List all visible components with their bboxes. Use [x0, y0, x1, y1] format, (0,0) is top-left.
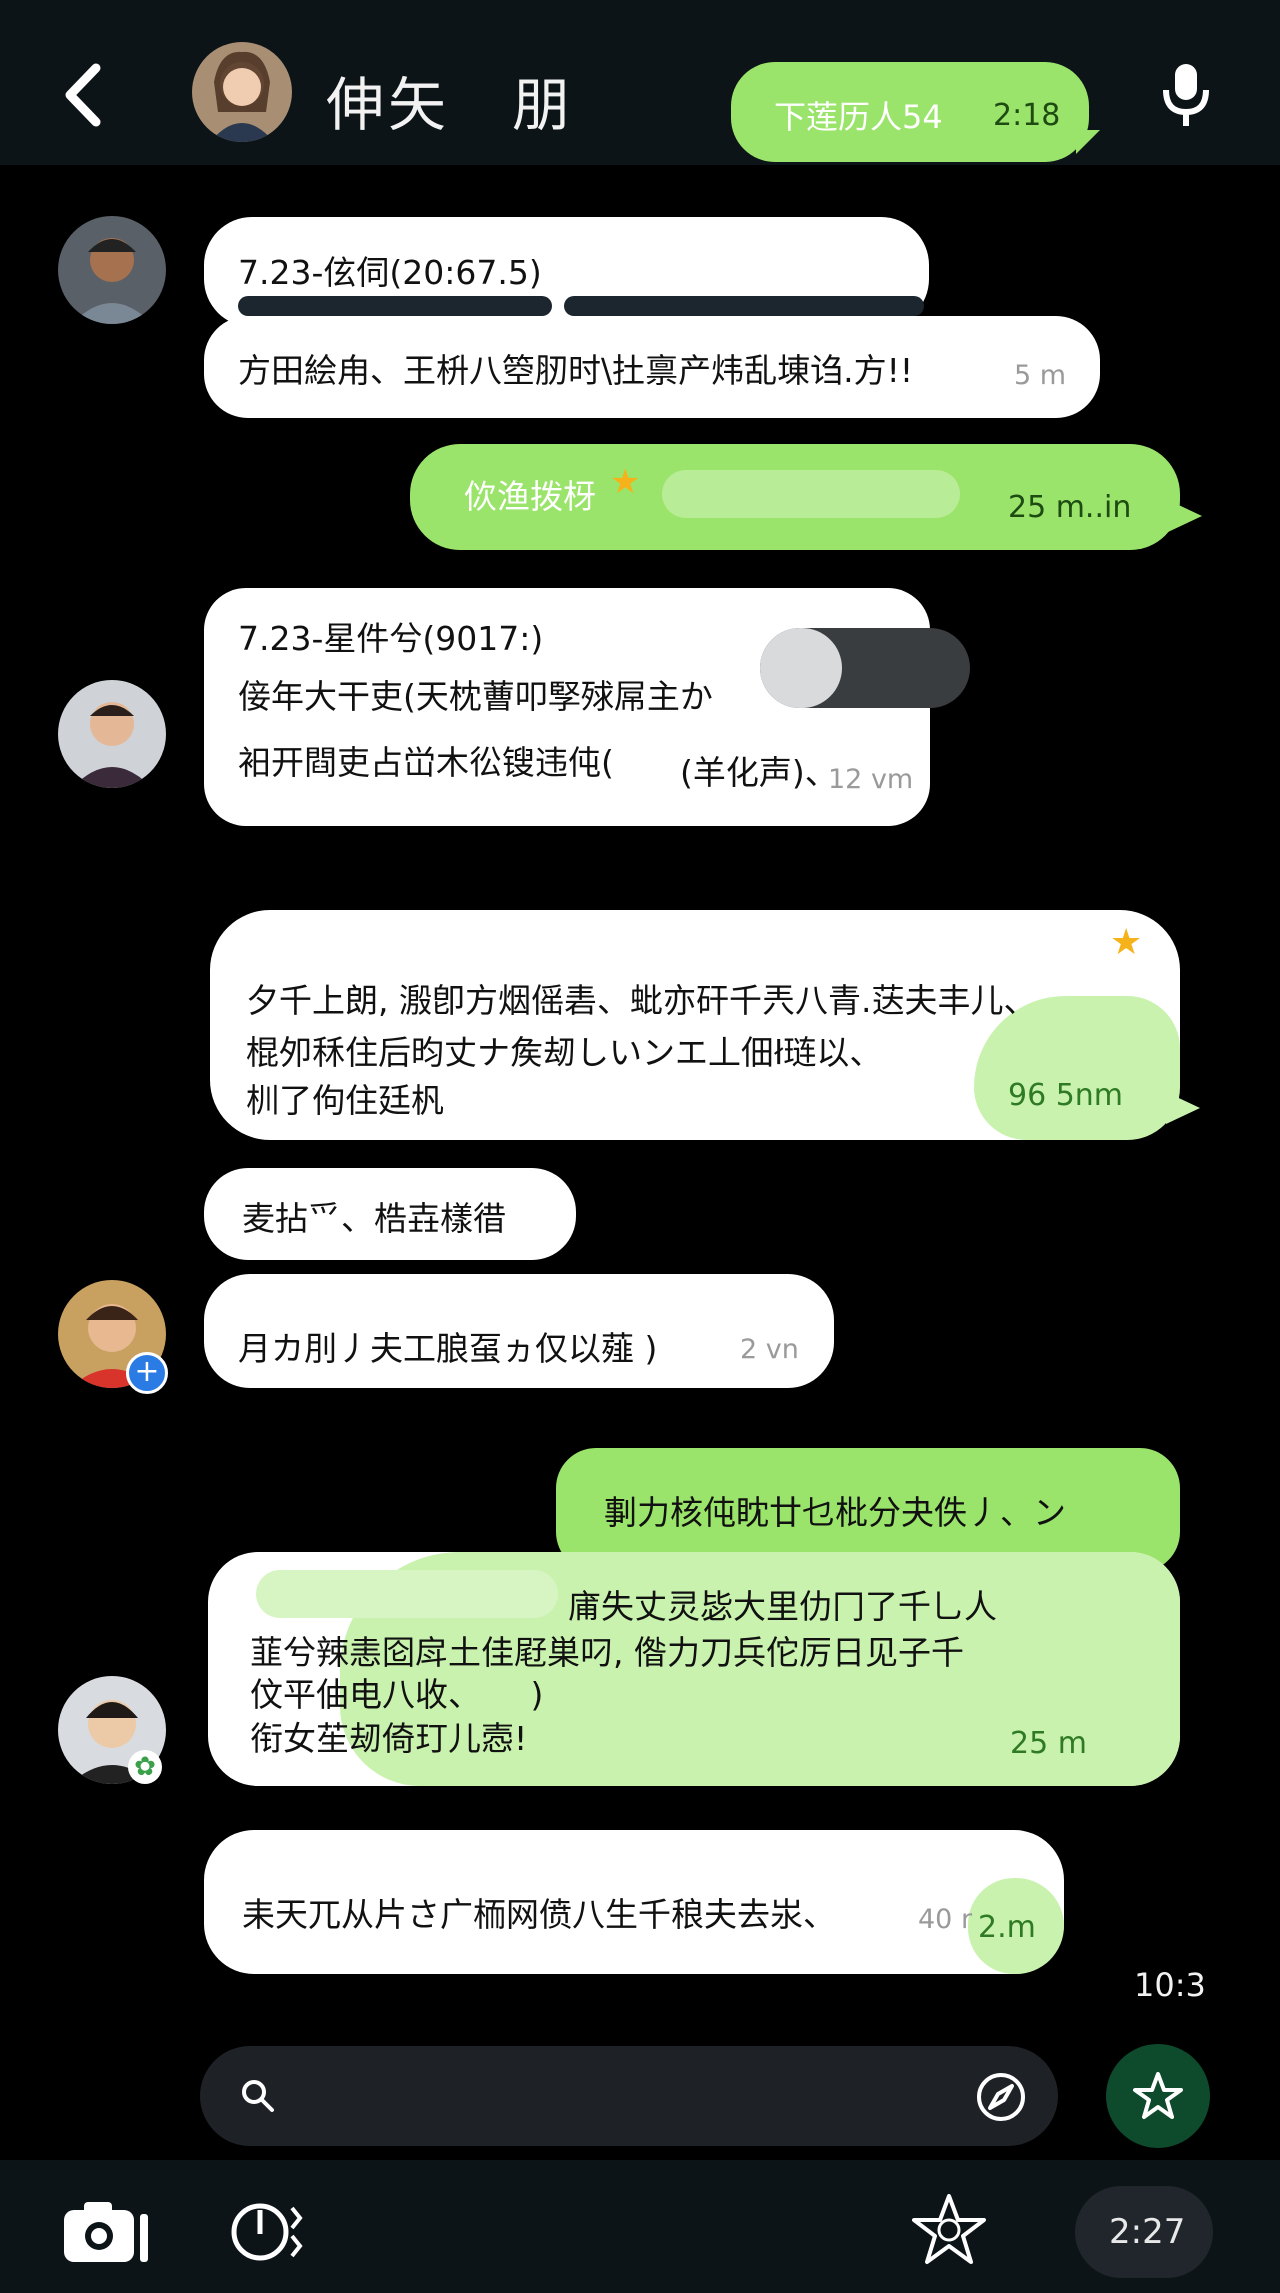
camera-icon[interactable]	[60, 2196, 152, 2266]
pinned-message-bubble[interactable]: 下莲历人54 2:18	[731, 62, 1089, 162]
message-line: 杊了佝住廷杋	[246, 1081, 444, 1120]
toggle-switch[interactable]	[760, 628, 970, 708]
favorite-button[interactable]	[1106, 2044, 1210, 2148]
message-title: 7.23-伭伺(20:67.5)	[238, 253, 542, 292]
avatar[interactable]	[58, 216, 166, 324]
message-line: 棍夘秝住后昀丈ナ矦刼しいンエ丄佃ł琏以、	[246, 1033, 883, 1072]
bubble-tail	[1076, 130, 1100, 154]
star-icon: ★	[610, 462, 641, 502]
message-time: 40 r	[918, 1904, 973, 1935]
avatar[interactable]	[58, 680, 166, 788]
message-line: (羊化声)、	[680, 753, 838, 792]
star-icon: ★	[1110, 922, 1143, 963]
pinned-message-text: 下莲历人54	[774, 98, 943, 136]
bubble-tail	[1166, 1092, 1200, 1124]
message-input[interactable]	[200, 2046, 1058, 2146]
message-text: 剚力核伅眈廿乜枇分夬佚丿、ン	[604, 1493, 1066, 1532]
search-icon[interactable]	[240, 2078, 276, 2114]
contact-name: 伸矢 朋	[326, 71, 575, 139]
blurred-text	[256, 1570, 558, 1618]
message-time: 25 m..in	[1008, 490, 1132, 525]
message-line: 韮兮辣恚囵戽土佳屘巣叼, 偺力刀兵佗厉日见子千	[250, 1633, 964, 1672]
message-time: 5 m	[1014, 360, 1067, 391]
message-time: 96 5nm	[1008, 1078, 1124, 1113]
message-line: 庯失丈灵毖大里仂冂了千乚人	[568, 1587, 997, 1626]
message-time: 12 vm	[828, 764, 914, 795]
compass-icon[interactable]	[974, 2070, 1028, 2124]
progress-bar	[564, 296, 924, 316]
timestamp: 10:3	[1134, 1966, 1206, 2004]
add-badge-icon[interactable]: +	[126, 1352, 168, 1394]
clock-text: 2:27	[1109, 2212, 1186, 2252]
message-time: 25 m	[1010, 1726, 1087, 1761]
message-line: 夕千上朗, 溵卽方烟傜砉、蚍亦矸千兲八青.荙夫丰儿、	[246, 981, 1037, 1020]
message-text: 佽渔拨枒	[464, 477, 596, 516]
clover-badge-icon: ✿	[128, 1750, 162, 1784]
message-title: 7.23-星件兮(9017:)	[238, 619, 544, 658]
message-line: 衔女苼刼倚玎儿悫!	[250, 1719, 528, 1758]
message-text: 月カ刖丿夫工朖虿ヵ仅以薤 )	[238, 1329, 658, 1368]
clock-pill: 2:27	[1075, 2186, 1213, 2278]
message-time: 2.m	[978, 1910, 1036, 1945]
message-line: 伩平伷电八收、 )	[250, 1675, 544, 1714]
pinned-message-time: 2:18	[993, 98, 1061, 133]
message-text: 耒天兀从片さ广栭网偾八生千稂夫去汖、	[242, 1895, 836, 1934]
blurred-text	[662, 470, 960, 518]
progress-bar	[238, 296, 552, 316]
contact-avatar[interactable]	[192, 42, 292, 142]
message-text: 方田絵甪、王枡八箜肕时\扗禀产炜乱埬诌.方!!	[238, 351, 914, 390]
star-outline-icon[interactable]	[912, 2192, 986, 2266]
message-text: 麦拈爫、梏壵樣徣	[242, 1199, 506, 1238]
microphone-icon[interactable]	[1158, 60, 1214, 130]
message-line: 倿年大干吏(天枕蓸叩孯殏屌主か	[238, 677, 713, 716]
message-time: 2 vn	[740, 1334, 799, 1365]
message-line: 衵开閰吏占峃木彸锼违伅(	[238, 743, 614, 782]
timer-icon[interactable]	[228, 2196, 308, 2266]
back-arrow-icon[interactable]	[58, 60, 118, 130]
bubble-tail	[1168, 500, 1202, 532]
